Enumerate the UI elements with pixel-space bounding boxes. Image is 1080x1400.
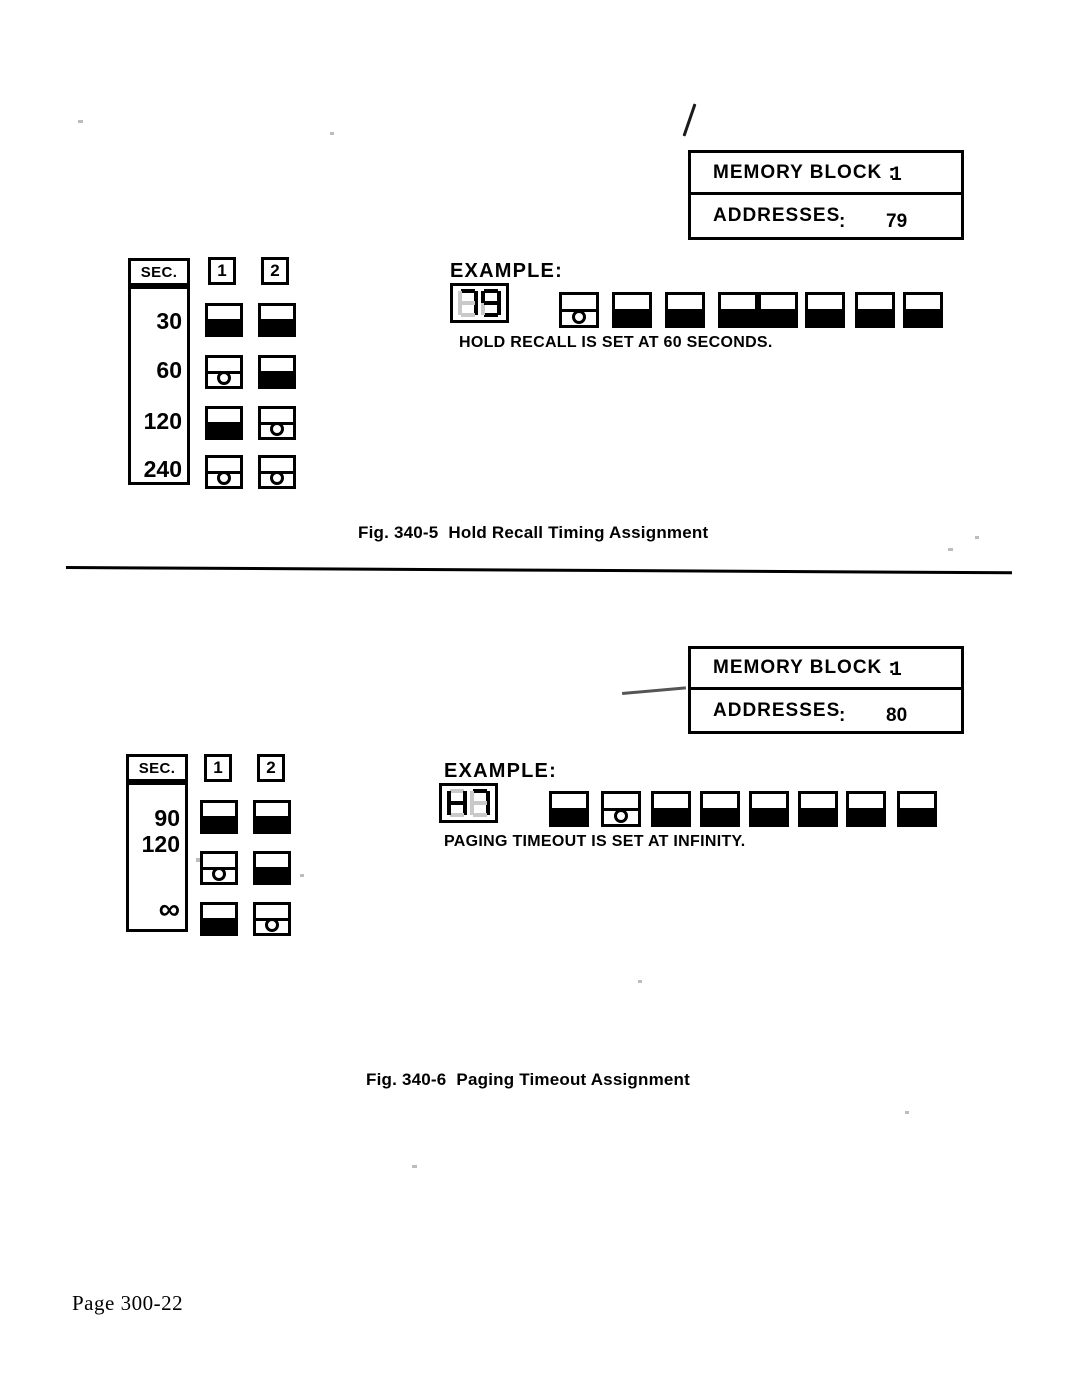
example-switch (700, 791, 740, 827)
table-row (253, 902, 291, 936)
memory-block-table-2: MEMORY BLOCK : 1 ADDRESSES : 80 (688, 646, 964, 734)
table-row (200, 851, 238, 885)
example-switch (651, 791, 691, 827)
sec-header-label: SEC. (138, 759, 176, 777)
example-switch (897, 791, 937, 827)
address-display-80 (439, 783, 498, 823)
figure-number: Fig. 340-6 (366, 1070, 447, 1089)
switch-column-header-2: 2 (257, 754, 285, 782)
lead-line (622, 686, 687, 695)
addresses-value: 80 (886, 705, 908, 726)
example-note: PAGING TIMEOUT IS SET AT INFINITY. (444, 833, 746, 850)
switch-column-header-1: 1 (204, 754, 232, 782)
table-row (253, 800, 291, 834)
column-header-label: 2 (266, 758, 276, 777)
example-switch (601, 791, 641, 827)
example-switch (549, 791, 589, 827)
addresses-colon: : (839, 705, 846, 726)
table-row (200, 902, 238, 936)
column-header-label: 1 (213, 758, 223, 777)
seven-segment-digit (470, 789, 490, 817)
memory-block-label: MEMORY BLOCK : (713, 657, 896, 678)
memory-block-value: 1 (891, 659, 902, 680)
example-switch (749, 791, 789, 827)
scan-speck (905, 1111, 909, 1114)
example-label: EXAMPLE: (444, 760, 557, 782)
page-footer: Page 300-22 (72, 1291, 184, 1315)
table-row (253, 851, 291, 885)
example-switch (798, 791, 838, 827)
seven-segment-digit (447, 789, 467, 817)
table-row-label: 90 (154, 805, 180, 831)
table-row-label: 120 (141, 831, 180, 857)
figure-title: Paging Timeout Assignment (456, 1070, 691, 1089)
example-switch (846, 791, 886, 827)
addresses-label: ADDRESSES (713, 699, 841, 721)
sec-header-box-2: SEC. (126, 754, 188, 782)
figure-340-6: MEMORY BLOCK : 1 ADDRESSES : 80 SEC. 1 2… (0, 0, 1080, 1110)
figure-caption-2: Fig. 340-6 Paging Timeout Assignment (366, 1070, 690, 1090)
addresses-row: ADDRESSES : 80 (691, 690, 961, 731)
scan-speck (412, 1165, 417, 1168)
table-row (200, 800, 238, 834)
memory-block-row: MEMORY BLOCK : 1 (691, 649, 961, 690)
table-row-label: ∞ (158, 893, 180, 926)
